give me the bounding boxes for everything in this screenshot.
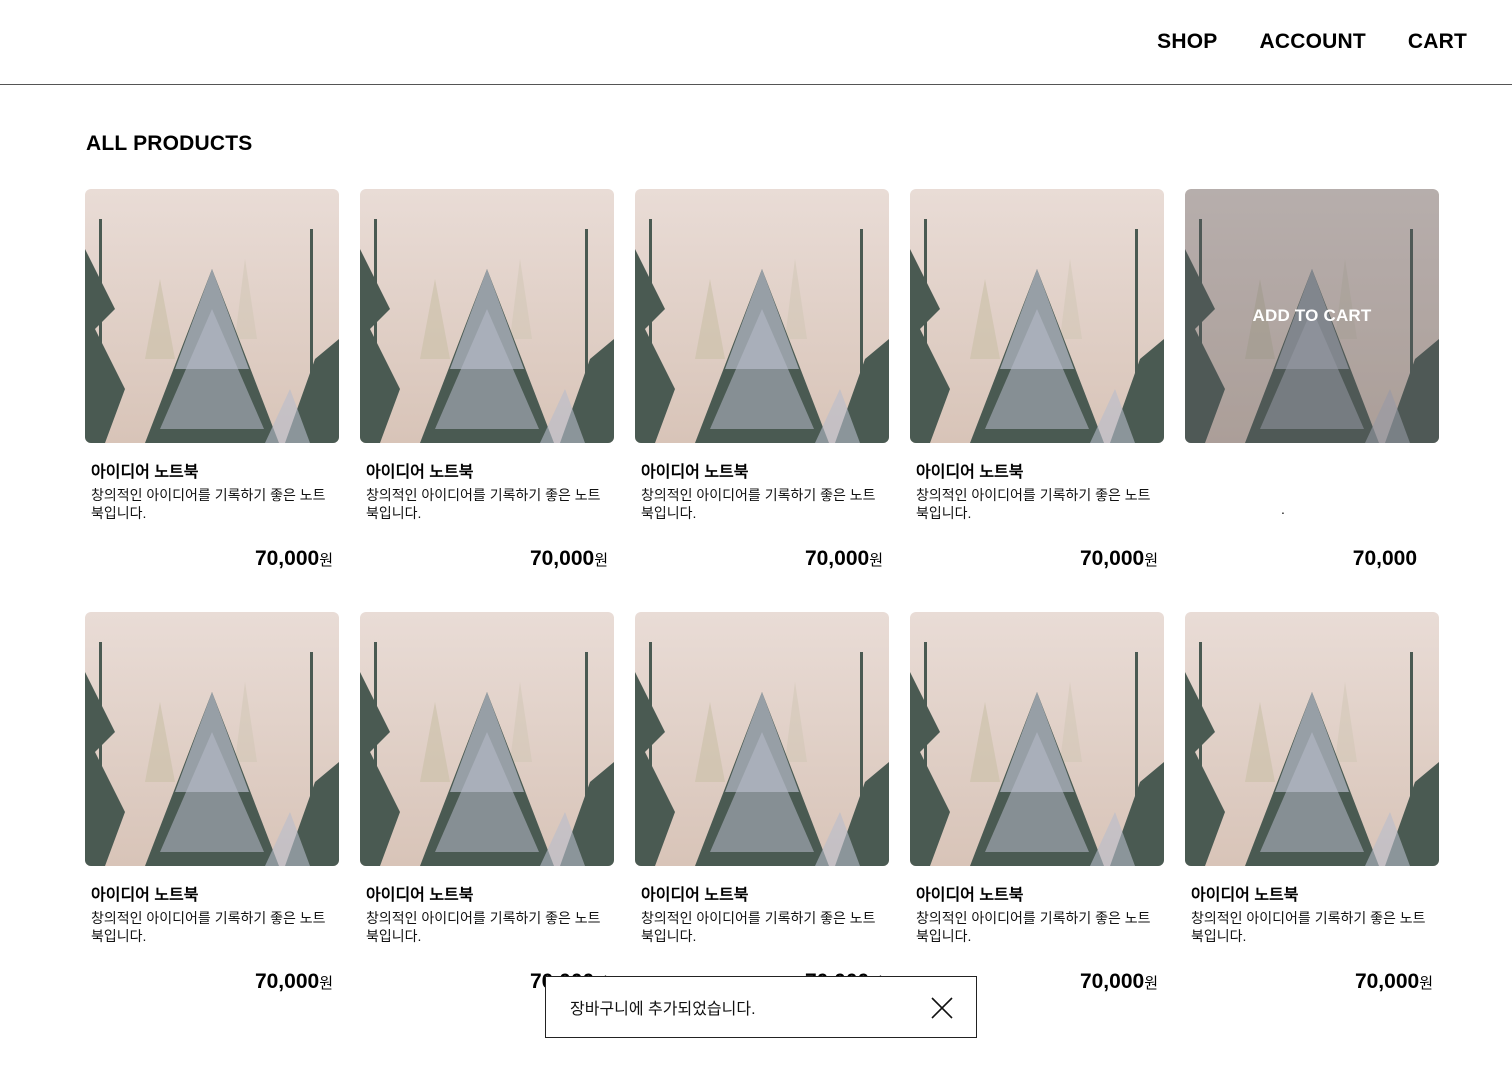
product-card[interactable]: 아이디어 노트북 창의적인 아이디어를 기록하기 좋은 노트북입니다. 70,0… (910, 612, 1164, 993)
product-image[interactable] (85, 189, 339, 443)
product-price: 70,000원 (804, 547, 883, 570)
product-card[interactable]: 아이디어 노트북 창의적인 아이디어를 기록하기 좋은 노트북입니다. 70,0… (635, 189, 889, 570)
product-description: 창의적인 아이디어를 기록하기 좋은 노트북입니다. (366, 487, 601, 521)
product-description: 창의적인 아이디어를 기록하기 좋은 노트북입니다. (91, 487, 326, 521)
product-description: 창의적인 아이디어를 기록하기 좋은 노트북입니다. (1191, 910, 1426, 944)
product-image[interactable] (910, 612, 1164, 866)
product-description: 창의적인 아이디어를 기록하기 좋은 노트북입니다. (91, 910, 326, 944)
product-card[interactable]: 아이디어 노트북 창의적인 아이디어를 기록하기 좋은 노트북입니다. 70,0… (635, 612, 889, 993)
product-image[interactable] (1185, 612, 1439, 866)
product-card[interactable]: 아이디어 노트북 창의적인 아이디어를 기록하기 좋은 노트북입니다. 70,0… (360, 612, 614, 993)
nav-shop[interactable]: SHOP (1157, 30, 1217, 54)
product-image[interactable] (360, 189, 614, 443)
product-name: 아이디어 노트북 (366, 887, 474, 904)
product-name: 아이디어 노트북 (641, 887, 749, 904)
product-name: 아이디어 노트북 (1191, 887, 1299, 904)
product-name: 아이디어 노트북 (366, 464, 474, 481)
product-name: 아이디어 노트북 (641, 464, 749, 481)
product-price: 70,000원 (254, 970, 333, 993)
product-image[interactable] (85, 612, 339, 866)
product-card[interactable]: ADD TO CART . 70,000 (1185, 189, 1439, 570)
product-price: 70,000 (1352, 547, 1417, 570)
product-card[interactable]: 아이디어 노트북 창의적인 아이디어를 기록하기 좋은 노트북입니다. 70,0… (85, 189, 339, 570)
add-to-cart-label[interactable]: ADD TO CART (1253, 306, 1372, 326)
nav-account[interactable]: ACCOUNT (1259, 30, 1365, 54)
site-header: SHOP ACCOUNT CART (0, 0, 1512, 85)
close-icon[interactable] (930, 996, 954, 1020)
toast-notification: 장바구니에 추가되었습니다. (545, 976, 977, 1038)
product-description: 창의적인 아이디어를 기록하기 좋은 노트북입니다. (366, 910, 601, 944)
product-description: 창의적인 아이디어를 기록하기 좋은 노트북입니다. (641, 910, 876, 944)
product-price: 70,000원 (1354, 970, 1433, 993)
product-card[interactable]: 아이디어 노트북 창의적인 아이디어를 기록하기 좋은 노트북입니다. 70,0… (85, 612, 339, 993)
product-name: 아이디어 노트북 (91, 464, 199, 481)
product-name: 아이디어 노트북 (916, 464, 1024, 481)
product-grid: 아이디어 노트북 창의적인 아이디어를 기록하기 좋은 노트북입니다. 70,0… (85, 189, 1439, 993)
product-card[interactable]: 아이디어 노트북 창의적인 아이디어를 기록하기 좋은 노트북입니다. 70,0… (360, 189, 614, 570)
page-title: ALL PRODUCTS (86, 132, 253, 155)
toast-message: 장바구니에 추가되었습니다. (570, 1001, 756, 1018)
nav-cart[interactable]: CART (1408, 30, 1467, 54)
main-nav: SHOP ACCOUNT CART (1157, 30, 1467, 54)
product-name: 아이디어 노트북 (916, 887, 1024, 904)
product-image[interactable]: ADD TO CART (1185, 189, 1439, 443)
add-to-cart-overlay[interactable]: ADD TO CART (1185, 189, 1439, 443)
product-card[interactable]: 아이디어 노트북 창의적인 아이디어를 기록하기 좋은 노트북입니다. 70,0… (1185, 612, 1439, 993)
product-name: 아이디어 노트북 (91, 887, 199, 904)
product-price: 70,000원 (529, 547, 608, 570)
product-image[interactable] (910, 189, 1164, 443)
product-image[interactable] (635, 189, 889, 443)
product-description: 창의적인 아이디어를 기록하기 좋은 노트북입니다. (641, 487, 876, 521)
product-price: 70,000원 (1079, 970, 1158, 993)
product-card[interactable]: 아이디어 노트북 창의적인 아이디어를 기록하기 좋은 노트북입니다. 70,0… (910, 189, 1164, 570)
product-description: 창의적인 아이디어를 기록하기 좋은 노트북입니다. (916, 487, 1151, 521)
product-price: 70,000원 (1079, 547, 1158, 570)
product-price: 70,000원 (254, 547, 333, 570)
product-image[interactable] (360, 612, 614, 866)
product-image[interactable] (635, 612, 889, 866)
product-description: 창의적인 아이디어를 기록하기 좋은 노트북입니다. (916, 910, 1151, 944)
